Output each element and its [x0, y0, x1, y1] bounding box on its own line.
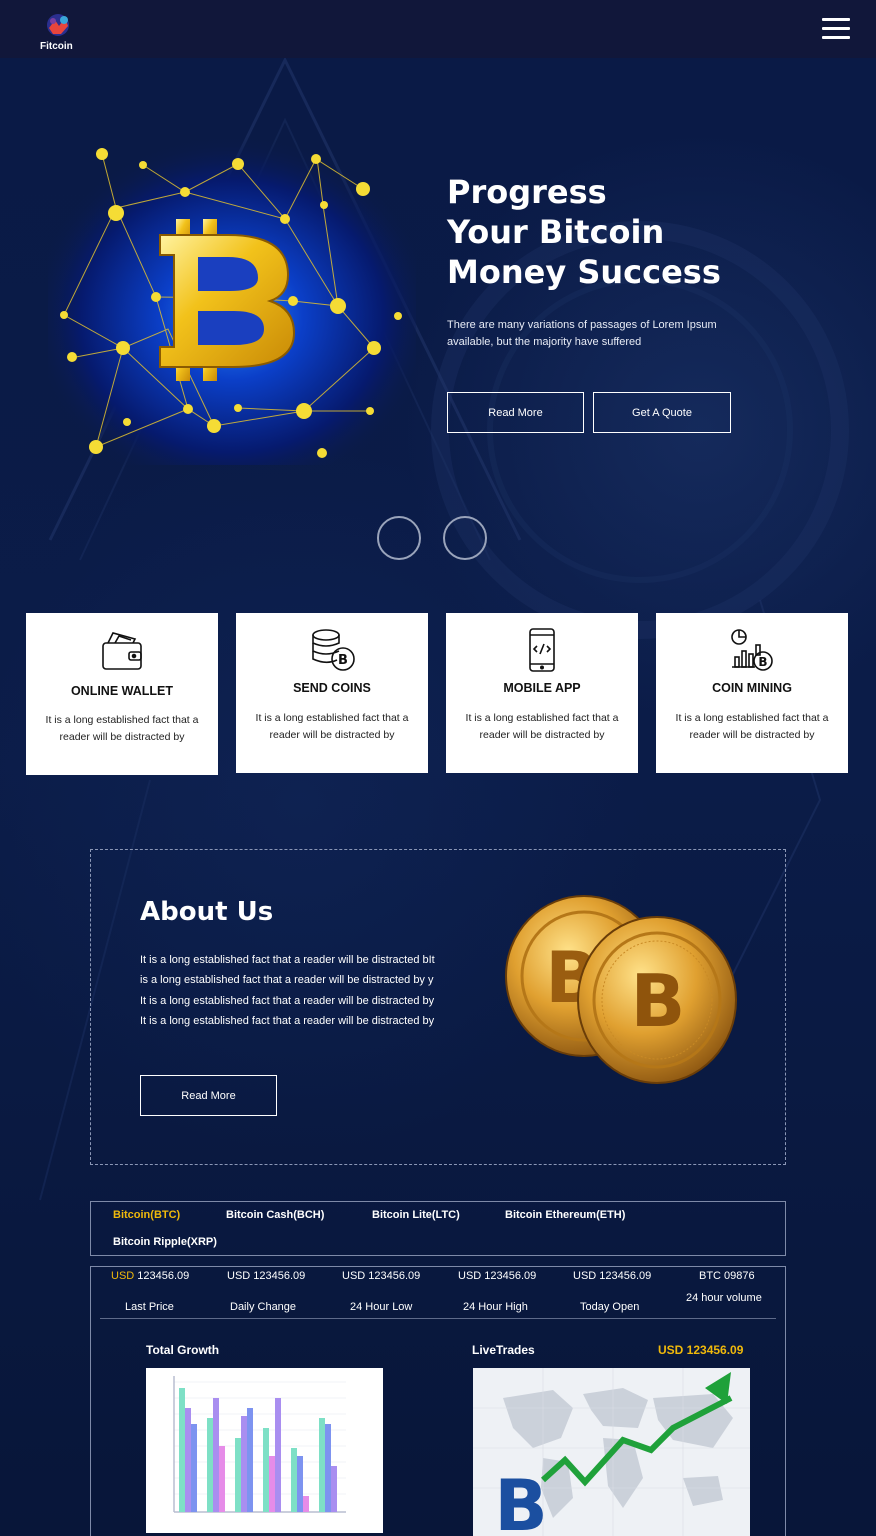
mobile-app-icon — [529, 628, 555, 672]
about-text: It is a long established fact that a rea… — [140, 954, 435, 1027]
total-growth-chart-image — [146, 1368, 383, 1533]
feature-text: It is a long established fact that a rea… — [675, 712, 829, 741]
carousel-dot-2[interactable] — [443, 516, 487, 560]
coins-stack-icon: B — [312, 629, 355, 671]
hero-read-more-button[interactable]: Read More — [447, 392, 584, 433]
live-trades-title: LiveTrades — [472, 1343, 535, 1357]
hero-title: Progress Your Bitcoin Money Success — [447, 172, 827, 292]
feature-card-mobile-app[interactable]: MOBILE APP It is a long established fact… — [446, 613, 638, 773]
hero-description: There are many variations of passages of… — [447, 319, 717, 348]
today-open-value: USD 123456.09 — [573, 1270, 652, 1282]
svg-text:B: B — [494, 1465, 547, 1536]
live-trades-price: USD 123456.09 — [658, 1343, 744, 1357]
menu-bar — [822, 27, 850, 30]
bitcoin-coins-image: B B — [505, 895, 737, 1084]
feature-card-send-coins[interactable]: B SEND COINS It is a long established fa… — [236, 613, 428, 773]
24-hour-low-value: USD 123456.09 — [342, 1270, 421, 1282]
24-hour-low-label: 24 Hour Low — [350, 1301, 413, 1313]
brand-name: Fitcoin — [40, 41, 73, 52]
feature-text: It is a long established fact that a rea… — [45, 714, 199, 743]
wallet-icon — [102, 632, 142, 670]
feature-card-coin-mining[interactable]: B COIN MINING It is a long established f… — [656, 613, 848, 773]
fitcoin-logo-icon — [47, 14, 69, 36]
hero-title-line: Progress — [447, 173, 607, 211]
tab-bitcoin-cash-bch[interactable]: Bitcoin Cash(BCH) — [226, 1209, 324, 1221]
price-number: 123456.09 — [137, 1270, 190, 1282]
bitcoin-network-image — [48, 135, 416, 465]
svg-text:B: B — [631, 959, 686, 1043]
about-title: About Us — [140, 897, 274, 927]
daily-change-value: USD 123456.09 — [227, 1270, 306, 1282]
24-hour-high-value: USD 123456.09 — [458, 1270, 537, 1282]
last-price-label: Last Price — [125, 1301, 174, 1313]
svg-text:B: B — [338, 653, 348, 668]
brand-logo[interactable]: Fitcoin — [40, 12, 76, 54]
tab-bitcoin-ripple-xrp[interactable]: Bitcoin Ripple(XRP) — [113, 1236, 217, 1248]
feature-title: SEND COINS — [293, 681, 371, 695]
about-read-more-button[interactable]: Read More — [140, 1075, 277, 1116]
carousel-dot-1[interactable] — [377, 516, 421, 560]
menu-bar — [822, 36, 850, 39]
stats-divider — [100, 1318, 776, 1319]
hero-title-line: Your Bitcoin — [447, 213, 665, 251]
live-trades-image: B — [473, 1368, 750, 1536]
feature-title: MOBILE APP — [503, 681, 581, 695]
tab-bitcoin-ethereum-eth[interactable]: Bitcoin Ethereum(ETH) — [505, 1209, 625, 1221]
feature-title: ONLINE WALLET — [70, 684, 174, 698]
feature-card-online-wallet[interactable]: ONLINE WALLET It is a long established f… — [26, 613, 218, 775]
feature-title: COIN MINING — [712, 681, 792, 695]
feature-text: It is a long established fact that a rea… — [255, 712, 409, 741]
mining-chart-icon: B — [731, 629, 773, 671]
tab-bitcoin-lite-ltc[interactable]: Bitcoin Lite(LTC) — [372, 1209, 460, 1221]
navbar: Fitcoin — [0, 0, 876, 58]
hamburger-menu-button[interactable] — [822, 18, 850, 40]
svg-text:B: B — [758, 655, 767, 669]
get-a-quote-button[interactable]: Get A Quote — [593, 392, 731, 433]
tab-bitcoin-btc[interactable]: Bitcoin(BTC) — [113, 1209, 180, 1221]
today-open-label: Today Open — [580, 1301, 640, 1313]
24-hour-high-label: 24 Hour High — [463, 1301, 528, 1313]
total-growth-title: Total Growth — [146, 1343, 220, 1357]
24-hour-volume-label: 24 hour volume — [686, 1292, 762, 1304]
currency-code: USD — [111, 1270, 135, 1282]
hero-title-line: Money Success — [447, 253, 721, 291]
24-hour-volume-value: BTC 09876 — [699, 1270, 755, 1282]
last-price-value: USD 123456.09 — [111, 1270, 189, 1282]
daily-change-label: Daily Change — [230, 1301, 297, 1313]
feature-text: It is a long established fact that a rea… — [465, 712, 619, 741]
menu-bar — [822, 18, 850, 21]
